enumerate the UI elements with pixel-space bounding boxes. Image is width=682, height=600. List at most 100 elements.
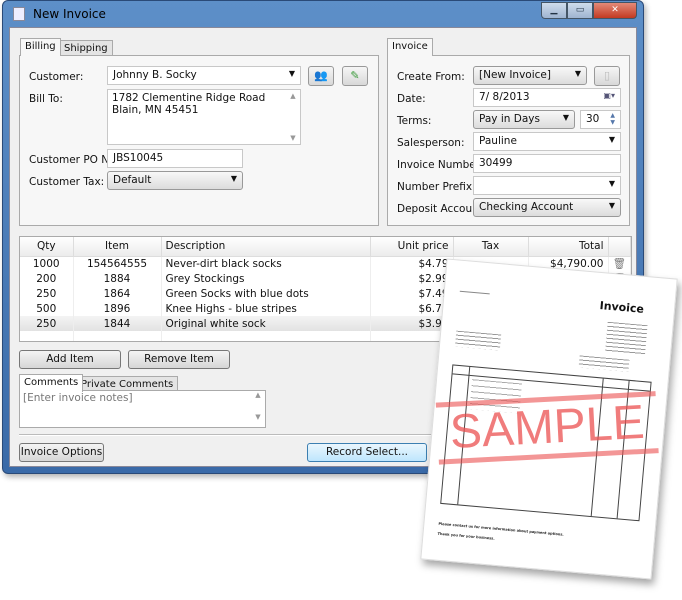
salesperson-combo[interactable]: Pauline ▼ — [473, 132, 621, 151]
invoice-panel: Create From: [New Invoice] ▼ ▯ Date: 7/ 8… — [387, 55, 630, 226]
cell-desc: Knee Highs - blue stripes — [161, 301, 371, 316]
col-description[interactable]: Description — [161, 237, 371, 257]
chevron-down-icon: ▼ — [608, 179, 615, 188]
cell-desc: Grey Stockings — [161, 271, 371, 286]
paper-title: Invoice — [599, 299, 645, 316]
cell-qty: 250 — [20, 286, 74, 301]
scrollbar[interactable]: ▲ ▼ — [286, 90, 300, 144]
address-line-1: 1782 Clementine Ridge Road — [112, 92, 266, 104]
col-total[interactable]: Total — [528, 237, 609, 257]
sample-stamp: SAMPLE — [435, 391, 659, 465]
tab-invoice[interactable]: Invoice — [387, 38, 433, 56]
remove-item-button[interactable]: Remove Item — [128, 350, 230, 369]
number-prefix-label: Number Prefix: — [397, 181, 476, 193]
cell-item: 1864 — [73, 286, 162, 301]
document-icon: ▯ — [603, 69, 611, 82]
invoice-options-button[interactable]: Invoice Options — [19, 443, 104, 462]
text-block — [605, 321, 648, 356]
tax-select[interactable]: Default ▼ — [107, 171, 243, 190]
copy-button[interactable]: ▯ — [594, 66, 620, 86]
cell-desc: Original white sock — [161, 316, 371, 331]
record-select-button[interactable]: Record Select... — [307, 443, 427, 462]
tab-billing[interactable]: Billing — [20, 38, 61, 56]
terms-select[interactable]: Pay in Days ▼ — [473, 110, 575, 129]
po-input[interactable]: JBS10045 — [107, 149, 243, 168]
title-bar[interactable]: New Invoice ▁ ▭ ✕ — [3, 1, 643, 27]
date-value: 7/ 8/2013 — [479, 91, 530, 103]
address-line-2: Blain, MN 45451 — [112, 104, 199, 116]
edit-customer-button[interactable]: ✎ — [342, 66, 368, 86]
tab-private-comments[interactable]: Private Comments — [76, 376, 179, 391]
col-item[interactable]: Item — [73, 237, 162, 257]
salesperson-value: Pauline — [479, 135, 517, 147]
tab-comments[interactable]: Comments — [19, 374, 84, 392]
number-prefix-combo[interactable]: ▼ — [473, 176, 621, 195]
cell-item: 154564555 — [73, 256, 162, 271]
paper-footer-2: Thank you for your business. — [437, 531, 495, 541]
minimize-button[interactable]: ▁ — [541, 2, 567, 19]
invoice-number-input[interactable]: 30499 — [473, 154, 621, 173]
tax-value: Default — [113, 174, 152, 186]
customer-combo[interactable]: Johnny B. Socky ▼ — [107, 66, 301, 85]
col-actions — [608, 237, 631, 257]
cell-price: $2.99 — [370, 271, 454, 286]
sample-invoice-preview: Invoice SAMPLE Please contact us for mor… — [420, 258, 678, 580]
col-tax[interactable]: Tax — [453, 237, 529, 257]
delete-row-icon[interactable]: 🗑 — [608, 256, 631, 271]
calendar-icon[interactable]: ▣▾ — [603, 91, 615, 100]
po-label: Customer PO No: — [29, 154, 120, 166]
cell-qty: 250 — [20, 316, 74, 331]
date-label: Date: — [397, 93, 426, 105]
bill-to-label: Bill To: — [29, 93, 63, 105]
create-from-select[interactable]: [New Invoice] ▼ — [473, 66, 587, 85]
cell-price: $4.79 — [370, 256, 454, 271]
cell-item: 1844 — [73, 316, 162, 331]
salesperson-label: Salesperson: — [397, 137, 465, 149]
chevron-down-icon: ▼ — [288, 69, 295, 78]
text-line — [459, 290, 490, 295]
invoice-number-label: Invoice Number: — [397, 159, 484, 171]
text-block — [578, 355, 630, 372]
deposit-account-select[interactable]: Checking Account ▼ — [473, 198, 621, 217]
window-title: New Invoice — [33, 7, 106, 21]
text-block — [454, 330, 502, 351]
chevron-down-icon: ▼ — [608, 201, 615, 210]
document-icon — [13, 7, 25, 21]
maximize-button[interactable]: ▭ — [567, 2, 593, 19]
deposit-value: Checking Account — [479, 201, 574, 213]
billing-panel: Customer: Johnny B. Socky ▼ 👥 ✎ Bill To: … — [19, 55, 379, 226]
cell-qty: 1000 — [20, 256, 74, 271]
spinner-arrows-icon[interactable]: ▲ ▼ — [610, 112, 615, 126]
customer-value: Johnny B. Socky — [113, 69, 197, 81]
cell-item: 1884 — [73, 271, 162, 286]
bill-to-textarea[interactable]: 1782 Clementine Ridge Road Blain, MN 454… — [107, 89, 301, 145]
comments-placeholder: [Enter invoice notes] — [23, 392, 133, 404]
terms-days-value: 30 — [586, 113, 600, 125]
date-picker[interactable]: 7/ 8/2013 ▣▾ — [473, 88, 621, 107]
col-unit-price[interactable]: Unit price — [370, 237, 454, 257]
col-qty[interactable]: Qty — [20, 237, 74, 257]
cell-qty: 200 — [20, 271, 74, 286]
cell-desc: Green Socks with blue dots — [161, 286, 371, 301]
table-header: Qty Item Description Unit price Tax Tota… — [20, 237, 631, 257]
cell-price: $7.49 — [370, 286, 454, 301]
comments-textarea[interactable]: [Enter invoice notes] ▲ ▼ — [19, 390, 266, 428]
create-from-value: [New Invoice] — [479, 69, 551, 81]
create-from-label: Create From: — [397, 71, 465, 83]
chevron-down-icon: ▼ — [230, 174, 237, 183]
edit-icon: ✎ — [350, 69, 360, 82]
cell-price: $6.75 — [370, 301, 454, 316]
cell-desc: Never-dirt black socks — [161, 256, 371, 271]
add-item-button[interactable]: Add Item — [19, 350, 121, 369]
tax-label: Customer Tax: — [29, 176, 105, 188]
chevron-down-icon: ▼ — [574, 69, 581, 78]
contacts-button[interactable]: 👥 — [308, 66, 334, 86]
people-icon: 👥 — [314, 69, 328, 82]
close-button[interactable]: ✕ — [593, 2, 637, 19]
chevron-down-icon: ▼ — [608, 135, 615, 144]
chevron-down-icon: ▼ — [562, 113, 569, 122]
scrollbar[interactable]: ▲ ▼ — [251, 391, 265, 427]
terms-days-spinner[interactable]: 30 ▲ ▼ — [580, 110, 621, 129]
cell-item: 1896 — [73, 301, 162, 316]
cell-qty: 500 — [20, 301, 74, 316]
